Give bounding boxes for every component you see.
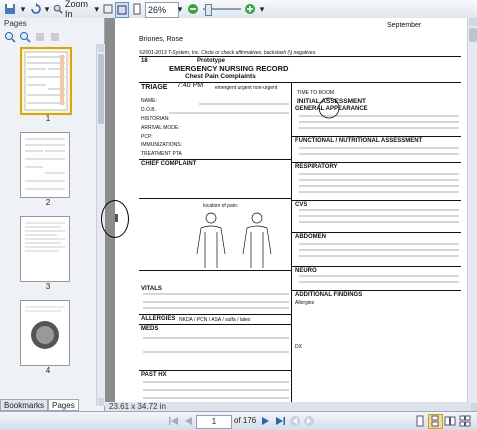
zoom-in-button[interactable]: Zoom In ▾ [53, 0, 99, 19]
page-size-status: 23.61 x 34.72 in [105, 402, 471, 411]
hand-tool-icon[interactable] [101, 2, 115, 16]
single-page-view-icon[interactable] [414, 415, 426, 427]
navigation-bar: 1 of 176 [0, 411, 477, 430]
zoom-slider-thumb[interactable] [205, 4, 212, 16]
page-thumbnail[interactable] [20, 216, 70, 282]
zoom-slider[interactable] [202, 2, 242, 16]
dropdown-arrow-icon[interactable]: ▾ [258, 2, 266, 16]
splitter-handle[interactable] [115, 214, 118, 222]
tab-pages[interactable]: Pages [48, 399, 79, 411]
next-page-icon[interactable] [260, 415, 272, 427]
fit-page-icon[interactable] [115, 2, 129, 18]
zoom-out-thumbs-icon[interactable] [19, 31, 31, 43]
zoom-in-label: Zoom In [64, 0, 88, 19]
document-page: September Briones, Rose ©2001-2013 T-Sys… [115, 18, 467, 411]
dropdown-arrow-icon[interactable]: ▾ [18, 2, 28, 16]
scroll-up-icon[interactable] [98, 44, 104, 52]
zoom-level-value: 26% [148, 5, 167, 15]
thumbnail-list: 1 2 3 4 [0, 44, 96, 406]
zoom-in-thumbs-icon[interactable] [4, 31, 16, 43]
thumbnail-label: 3 [45, 282, 51, 291]
page-view-icon[interactable] [130, 2, 144, 16]
thumbnail-label: 4 [45, 366, 51, 375]
scrollbar-thumb[interactable] [98, 54, 104, 124]
first-page-icon[interactable] [168, 415, 180, 427]
last-page-icon[interactable] [274, 415, 286, 427]
pages-panel-title: Pages [4, 19, 27, 28]
page-thumbnail[interactable] [20, 132, 70, 198]
form-ruled-lines [143, 97, 459, 399]
rotate-icon[interactable] [29, 2, 43, 16]
total-pages-label: of 176 [234, 416, 257, 425]
previous-page-icon[interactable] [182, 415, 194, 427]
continuous-view-icon[interactable] [428, 414, 443, 429]
zoom-level-field[interactable]: 26% [145, 2, 179, 18]
magnifier-icon [53, 4, 63, 14]
page-thumbnail[interactable] [20, 300, 70, 366]
page-number-input[interactable]: 1 [196, 415, 232, 429]
save-icon[interactable] [3, 2, 17, 16]
document-scrollbar[interactable] [467, 18, 477, 411]
main-toolbar: ▾ ▾ Zoom In ▾ 26% ▾ ▾ [0, 0, 477, 19]
scrollbar-thumb[interactable] [469, 28, 477, 42]
back-icon[interactable] [289, 415, 301, 427]
zoom-out-icon[interactable] [186, 2, 200, 16]
zoom-dropdown-arrow-icon[interactable]: ▾ [176, 2, 184, 16]
facing-continuous-view-icon[interactable] [459, 415, 471, 427]
zoom-plus-icon[interactable] [243, 2, 257, 16]
document-viewer[interactable]: September Briones, Rose ©2001-2013 T-Sys… [105, 18, 467, 411]
scroll-up-icon[interactable] [469, 18, 477, 26]
facing-view-icon[interactable] [444, 415, 456, 427]
page-thumbnail[interactable] [20, 47, 72, 115]
tab-bookmarks[interactable]: Bookmarks [0, 399, 49, 411]
forward-icon[interactable] [303, 415, 315, 427]
thumbnail-label: 2 [45, 198, 51, 207]
rotate-thumb-icon[interactable] [49, 31, 61, 43]
dropdown-arrow-icon[interactable]: ▾ [43, 2, 51, 16]
page-options-icon[interactable] [34, 31, 46, 43]
panel-tabs: Bookmarks Pages [0, 399, 104, 411]
thumbnail-label: 1 [45, 114, 51, 123]
pages-panel-tools [0, 30, 104, 44]
pages-panel: Pages 1 2 3 4 Bookmarks Pages [0, 18, 105, 411]
